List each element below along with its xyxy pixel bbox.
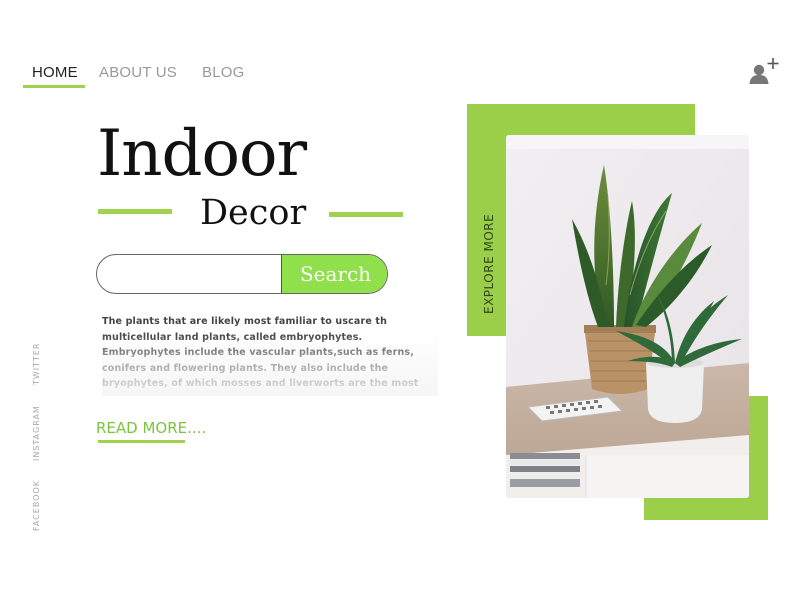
decorative-line-right bbox=[329, 212, 403, 217]
hero-subtitle: Decor bbox=[200, 193, 307, 233]
social-instagram-link[interactable]: INSTAGRAM bbox=[32, 405, 41, 461]
search-button[interactable]: Search bbox=[281, 255, 387, 293]
explore-more-link[interactable]: EXPLORE MORE bbox=[482, 214, 496, 314]
user-plus-icon[interactable] bbox=[748, 56, 782, 86]
read-more-link[interactable]: READ MORE.... bbox=[96, 419, 206, 437]
search-bar: Search bbox=[96, 254, 388, 294]
search-input[interactable] bbox=[97, 255, 281, 293]
nav-about-us[interactable]: ABOUT US bbox=[99, 64, 177, 81]
social-facebook-link[interactable]: FACEBOOK bbox=[32, 480, 41, 531]
read-more-underline bbox=[98, 440, 185, 443]
nav-home[interactable]: HOME bbox=[32, 64, 78, 81]
nav-blog[interactable]: BLOG bbox=[202, 64, 244, 81]
plant-photo bbox=[506, 135, 749, 498]
nav-active-underline bbox=[23, 85, 85, 88]
hero-title: Indoor bbox=[97, 117, 307, 191]
decorative-line-left bbox=[98, 209, 172, 214]
description-text: The plants that are likely most familiar… bbox=[102, 316, 419, 396]
description-block: The plants that are likely most familiar… bbox=[102, 314, 438, 396]
social-twitter-link[interactable]: TWITTER bbox=[32, 343, 41, 385]
